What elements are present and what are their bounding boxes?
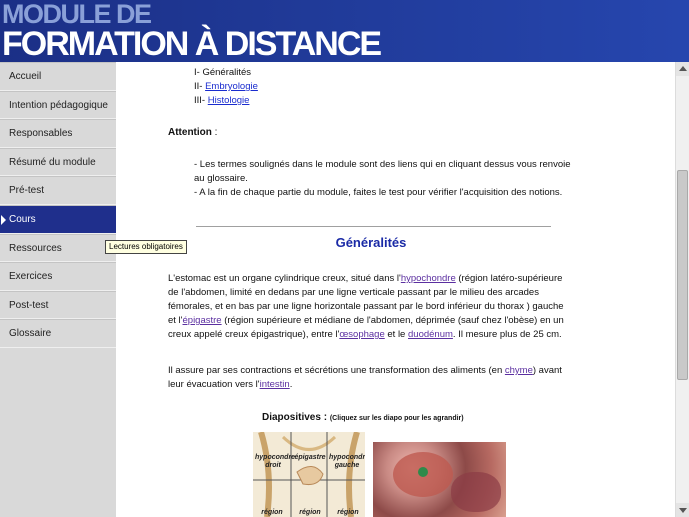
note-line: - Les termes soulignés dans le module so… <box>194 159 571 170</box>
paragraph-function: Il assure par ses contractions et sécrét… <box>168 364 568 392</box>
section-title: Généralités <box>335 235 407 250</box>
divider <box>196 226 551 227</box>
tooltip: Lectures obligatoires <box>105 240 187 254</box>
toc-prefix: III- <box>194 95 206 106</box>
sidebar-item-cours[interactable]: Cours <box>0 204 116 234</box>
text-run: Il assure par ses contractions et sécrét… <box>168 365 505 376</box>
slide-thumbnail-anatomy-photo[interactable] <box>373 442 506 517</box>
text-run: et le <box>384 329 408 340</box>
header-banner: MODULE DE FORMATION À DISTANCE <box>0 0 689 62</box>
sidebar-item-glossaire[interactable]: Glossaire <box>0 319 116 348</box>
sidebar-item-label: Résumé du module <box>9 156 96 168</box>
active-arrow-icon <box>1 214 6 225</box>
toc-item: II- Embryologie <box>194 80 258 94</box>
sidebar-item-post-test[interactable]: Post-test <box>0 290 116 320</box>
text-run: . <box>289 379 293 390</box>
sidebar-item-label: Responsables <box>9 128 73 140</box>
table-of-contents: I- Généralités II- Embryologie III- Hist… <box>194 66 258 108</box>
glossary-link-epigastre[interactable]: épigastre <box>183 315 222 326</box>
toc-prefix: I- <box>194 67 200 78</box>
slides-hint: (Cliquez sur les diapo pour les agrandir… <box>329 415 464 422</box>
sidebar-item-responsables[interactable]: Responsables <box>0 119 116 148</box>
stomach-shape <box>451 472 501 512</box>
scroll-down-arrow-icon[interactable] <box>676 503 689 517</box>
sidebar-item-pre-test[interactable]: Pré-test <box>0 176 116 205</box>
slide-thumbnail-abdomen-regions[interactable]: hypocondre droit épigastre hypocondre ga… <box>253 432 365 517</box>
text-run: . Il mesure plus de 25 cm. <box>452 329 562 340</box>
sidebar-item-intention-pedagogique[interactable]: Intention pédagogique <box>0 90 116 120</box>
note-line: au glossaire. <box>194 173 248 184</box>
toc-item: I- Généralités <box>194 66 258 80</box>
slide-label: région <box>261 509 283 516</box>
slide-label: hypocondre droit <box>255 454 296 469</box>
glossary-link-intestin[interactable]: intestin <box>260 379 290 390</box>
slides-heading: Diapositives : (Cliquez sur les diapo po… <box>262 412 464 423</box>
sidebar-item-label: Cours <box>9 213 36 225</box>
scroll-up-arrow-icon[interactable] <box>676 62 689 76</box>
banner-title-line2: FORMATION À DISTANCE <box>2 25 382 62</box>
slide-label: région <box>299 509 321 516</box>
toc-link-histologie[interactable]: Histologie <box>208 95 250 106</box>
abdomen-regions-drawing <box>253 432 365 517</box>
toc-link-embryologie[interactable]: Embryologie <box>205 81 258 92</box>
scroll-thumb[interactable] <box>677 170 688 380</box>
vertical-scrollbar[interactable] <box>675 62 689 517</box>
banner-title-line1: MODULE DE <box>2 0 152 29</box>
glossary-link-hypochondre[interactable]: hypochondre <box>401 273 456 284</box>
attention-label: Attention <box>168 127 212 138</box>
slide-label: hypocondre gauche <box>329 454 365 469</box>
sidebar-item-label: Accueil <box>9 71 42 82</box>
sidebar-item-label: Post-test <box>9 299 49 311</box>
notes-block: - Les termes soulignés dans le module so… <box>194 158 574 200</box>
glossary-link-oesophage[interactable]: œsophage <box>339 329 384 340</box>
sidebar-item-label: Ressources <box>9 242 62 254</box>
toc-label: Généralités <box>202 67 252 78</box>
attention-heading: Attention : <box>168 127 217 138</box>
sidebar-item-resume-du-module[interactable]: Résumé du module <box>0 147 116 177</box>
sidebar-item-label: Intention pédagogique <box>9 99 108 111</box>
slide-label: région <box>337 509 359 516</box>
paragraph-description: L'estomac est un organe cylindrique creu… <box>168 272 568 342</box>
main-content: I- Généralités II- Embryologie III- Hist… <box>116 62 675 517</box>
toc-prefix: II- <box>194 81 203 92</box>
note-line: - A la fin de chaque partie du module, f… <box>194 187 563 198</box>
toc-item: III- Histologie <box>194 94 258 108</box>
slides-title: Diapositives <box>262 412 321 423</box>
slide-label: épigastre <box>294 454 326 461</box>
text-run: L'estomac est un organe cylindrique creu… <box>168 273 401 284</box>
gallbladder-shape <box>418 467 428 477</box>
sidebar-item-exercices[interactable]: Exercices <box>0 262 116 291</box>
slides-colon: : <box>320 412 330 423</box>
sidebar-nav: Accueil Intention pédagogique Responsabl… <box>0 62 116 517</box>
sidebar-item-label: Pré-test <box>9 185 45 197</box>
attention-colon: : <box>211 127 218 138</box>
glossary-link-duodenum[interactable]: duodénum <box>408 329 453 340</box>
sidebar-item-ressources[interactable]: Ressources <box>0 233 116 263</box>
glossary-link-chyme[interactable]: chyme <box>505 365 533 376</box>
sidebar-item-label: Glossaire <box>9 328 52 340</box>
sidebar-item-label: Exercices <box>9 271 53 283</box>
sidebar-item-accueil[interactable]: Accueil <box>0 62 116 91</box>
